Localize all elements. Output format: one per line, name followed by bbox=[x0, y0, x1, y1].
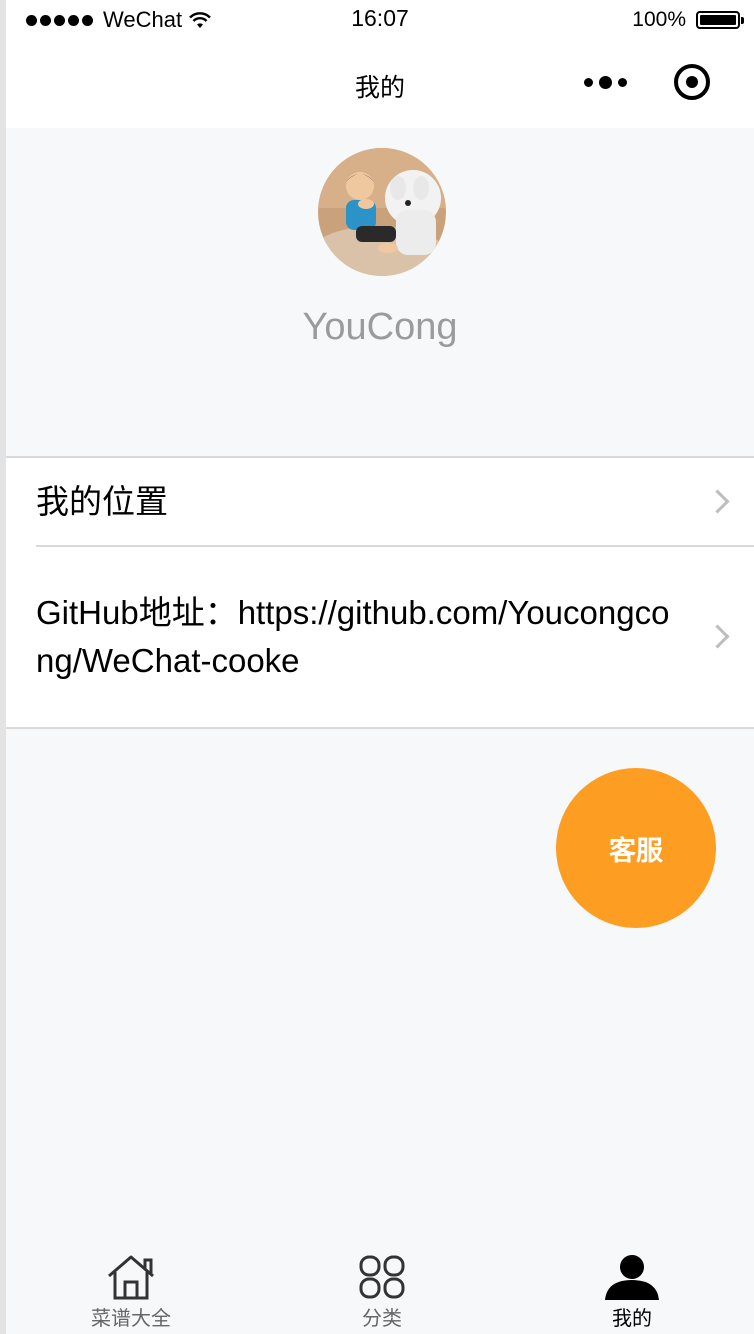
page-title: 我的 bbox=[354, 74, 405, 102]
tab-label: 分类 bbox=[362, 1308, 402, 1330]
tab-label: 我的 bbox=[612, 1308, 652, 1330]
chevron-right-icon bbox=[705, 488, 730, 514]
list-item-location[interactable]: 我的位置 bbox=[6, 458, 754, 545]
avatar[interactable] bbox=[318, 148, 446, 276]
tab-category[interactable]: 分类 bbox=[302, 1238, 462, 1334]
location-label: 我的位置 bbox=[36, 482, 168, 520]
home-icon bbox=[108, 1255, 154, 1300]
tab-mine[interactable]: 我的 bbox=[552, 1238, 712, 1334]
status-bar: WeChat 16:07 100% bbox=[6, 0, 754, 40]
tab-recipes[interactable]: 菜谱大全 bbox=[51, 1238, 211, 1334]
target-close-icon[interactable] bbox=[674, 64, 710, 100]
username: YouCong bbox=[302, 306, 458, 348]
tab-bar: 菜谱大全 分类 我的 bbox=[6, 1238, 754, 1334]
menu-list: 我的位置 GitHub地址：https://github.com/Youcong… bbox=[6, 456, 754, 729]
tab-label: 菜谱大全 bbox=[91, 1308, 171, 1330]
github-label: GitHub地址：https://github.com/Youcongcong/… bbox=[36, 594, 670, 679]
list-item-github[interactable]: GitHub地址：https://github.com/Youcongcong/… bbox=[6, 547, 754, 727]
profile-header: YouCong bbox=[6, 128, 754, 456]
more-dots-icon[interactable] bbox=[584, 76, 627, 89]
chevron-right-icon bbox=[705, 624, 730, 649]
nav-bar: 我的 bbox=[6, 40, 754, 128]
customer-service-button[interactable]: 客服 bbox=[556, 768, 716, 928]
status-right: 100% bbox=[632, 6, 744, 34]
battery-percent: 100% bbox=[632, 8, 686, 31]
category-grid-icon bbox=[359, 1255, 405, 1299]
battery-icon bbox=[696, 11, 744, 29]
user-icon bbox=[605, 1255, 659, 1300]
